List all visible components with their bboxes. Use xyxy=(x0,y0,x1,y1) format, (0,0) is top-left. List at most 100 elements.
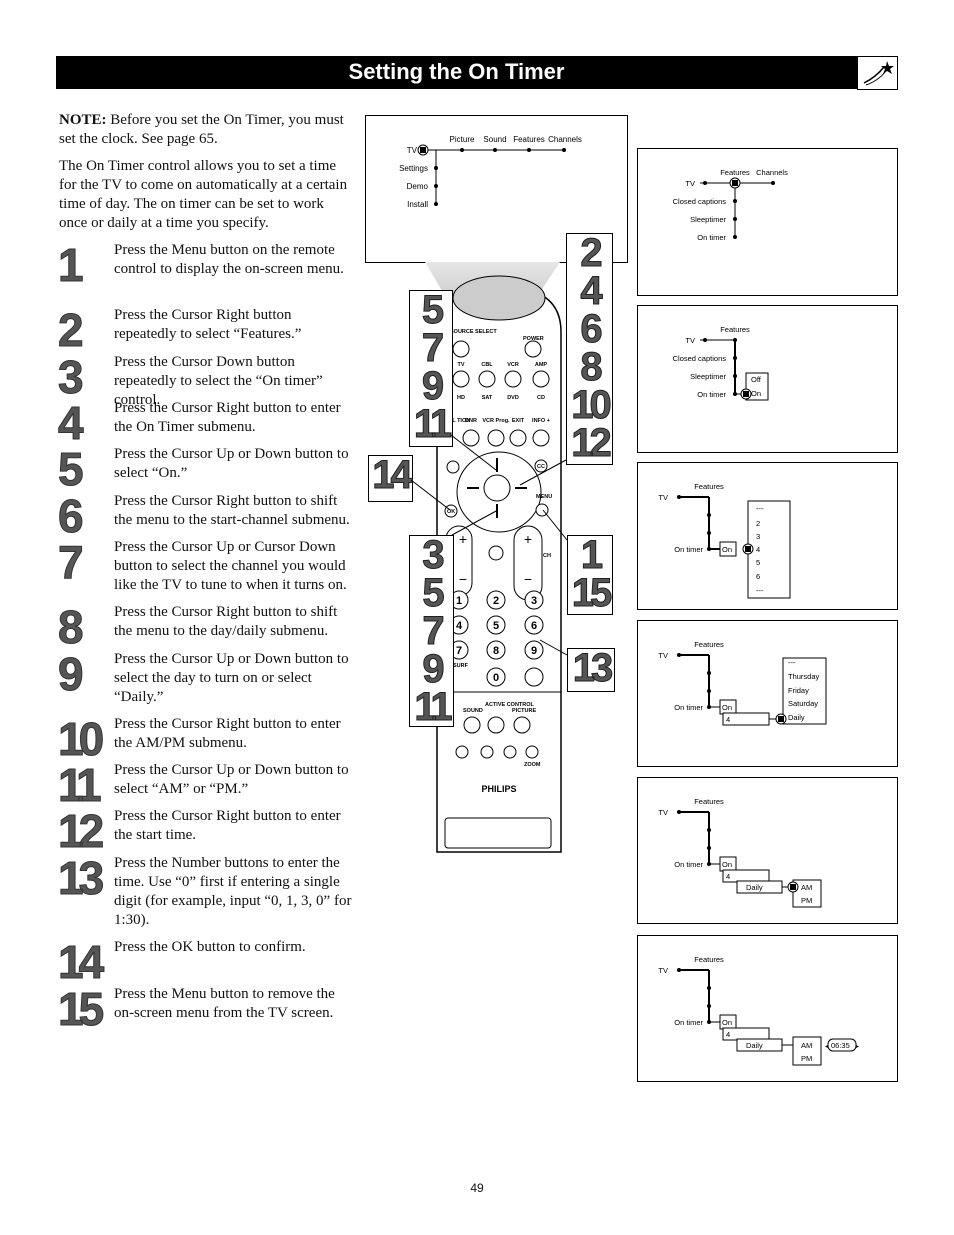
source-label: CD xyxy=(537,395,545,401)
sound-button[interactable] xyxy=(463,716,481,734)
step-number: 6 xyxy=(58,490,84,542)
note-label: NOTE: xyxy=(59,112,107,128)
aux-button-2[interactable] xyxy=(480,745,494,759)
source-button[interactable] xyxy=(452,370,470,388)
function-label: EXIT xyxy=(512,418,525,424)
callout-step-number: 7 xyxy=(421,326,444,370)
step-text: Press the Cursor Right button to shift t… xyxy=(114,604,338,639)
page-number: 49 xyxy=(470,1181,484,1195)
note-paragraph: NOTE: Before you set the On Timer, you m… xyxy=(59,111,354,149)
channel-option: 3 xyxy=(756,532,760,541)
menu-item-channels: Channels xyxy=(548,135,582,144)
channel-option: --- xyxy=(756,504,764,513)
menu-item-on-timer: On timer xyxy=(674,703,703,712)
source-label: SAT xyxy=(482,395,493,401)
picture-label: PICTURE xyxy=(512,708,536,714)
step-number: 11 xyxy=(58,759,103,811)
channel-option: 4 xyxy=(756,545,760,554)
step-number: 2 xyxy=(58,304,84,356)
on-timer-state: On xyxy=(722,545,732,554)
option-am: AM xyxy=(801,1041,812,1050)
sound-label: SOUND xyxy=(463,708,483,714)
menu-item-on-timer: On timer xyxy=(697,233,726,242)
step-text: Press the Cursor Right button repeatedly… xyxy=(114,307,302,342)
picture-button[interactable] xyxy=(513,716,531,734)
function-label: DNR xyxy=(465,418,477,424)
callout-left-top: 5 7 9 11 xyxy=(409,290,453,447)
manual-page: Setting the On Timer NOTE: Before you se… xyxy=(0,0,954,1235)
active-control-button[interactable] xyxy=(487,716,505,734)
menu-item-settings: Settings xyxy=(399,164,428,173)
day-option: Thursday xyxy=(788,672,820,681)
zoom-button[interactable] xyxy=(525,745,539,759)
source-select-button[interactable] xyxy=(452,340,470,358)
day-value: Daily xyxy=(746,1041,763,1050)
cursor-icon xyxy=(742,543,754,555)
menu-features-screen: TV Features Channels Closed captions Sle… xyxy=(637,148,898,296)
record-button[interactable] xyxy=(524,667,544,687)
menu-item-features: Features xyxy=(694,640,724,649)
source-label: AMP xyxy=(535,362,548,368)
menu-item-features: Features xyxy=(694,797,724,806)
brand-logo: PHILIPS xyxy=(481,784,516,794)
option-pm: PM xyxy=(801,1054,812,1063)
menu-item-on-timer: On timer xyxy=(674,545,703,554)
aux-button-1[interactable] xyxy=(455,745,469,759)
source-label: DVD xyxy=(507,395,519,401)
source-button[interactable] xyxy=(532,370,550,388)
page-title: Setting the On Timer xyxy=(348,59,565,84)
step-text: Press the Cursor Up or Down button to se… xyxy=(114,651,349,705)
step-number: 4 xyxy=(58,397,84,449)
channel-option: 2 xyxy=(756,519,760,528)
menu-root: TV xyxy=(658,966,668,975)
source-label: HD xyxy=(457,395,465,401)
cursor-icon xyxy=(775,713,787,725)
step-number: 14 xyxy=(57,936,104,988)
day-option: Daily xyxy=(788,713,805,722)
step-number: 5 xyxy=(58,443,84,495)
aux-button-3[interactable] xyxy=(503,745,517,759)
menu-item-on-timer: On timer xyxy=(697,390,726,399)
day-option: Saturday xyxy=(788,699,818,708)
step-text: Press the Cursor Right button to shift t… xyxy=(114,493,350,528)
option-am: AM xyxy=(801,883,812,892)
power-button[interactable] xyxy=(524,340,542,358)
step-text: Press the OK button to confirm. xyxy=(114,939,306,955)
channel-option: --- xyxy=(756,586,764,595)
menu-item-on-timer: On timer xyxy=(674,860,703,869)
menu-root: TV xyxy=(407,146,418,155)
menu-item-channels: Channels xyxy=(756,168,788,177)
on-timer-state: On xyxy=(722,860,732,869)
step-number: 3 xyxy=(58,351,84,403)
menu-root: TV xyxy=(685,179,695,188)
callout-leader-lines xyxy=(410,434,568,656)
day-option: --- xyxy=(788,658,796,667)
step-text: Press the Menu button on the remote cont… xyxy=(114,242,344,277)
source-button[interactable] xyxy=(478,370,496,388)
step-text: Press the Cursor Up or Down button to se… xyxy=(114,446,349,481)
cursor-icon xyxy=(729,177,741,189)
function-label: INFO + xyxy=(532,418,550,424)
step-text: Press the Cursor Right button to enter t… xyxy=(114,808,341,843)
cursor-left-icon: ◂ xyxy=(825,1044,828,1050)
source-label: TV xyxy=(457,362,464,368)
cursor-right-icon: ▸ xyxy=(856,1044,859,1050)
menu-on-timer-screen: TV Features Closed captions Sleeptimer O… xyxy=(637,305,898,453)
day-value: Daily xyxy=(746,883,763,892)
step-text: Press the Cursor Right button to enter t… xyxy=(114,400,341,435)
shooting-star-icon xyxy=(857,56,898,90)
menu-item-on-timer: On timer xyxy=(674,1018,703,1027)
step-number: 15 xyxy=(57,983,104,1035)
callout-step-number: 8 xyxy=(580,345,603,389)
step-text: Press the Number buttons to enter the ti… xyxy=(114,855,352,928)
menu-start-time-screen: TV Features On timer On 4 Daily AM PM 06… xyxy=(637,935,898,1082)
option-off: Off xyxy=(751,375,762,384)
header-bar: Setting the On Timer xyxy=(56,56,857,89)
on-timer-state: On xyxy=(722,703,732,712)
menu-day-screen: TV Features On timer On 4 --- Thursday Fri… xyxy=(637,620,898,767)
function-label: VCR Prog. xyxy=(482,418,510,424)
source-button[interactable] xyxy=(504,370,522,388)
on-timer-state: On xyxy=(722,1018,732,1027)
option-on: On xyxy=(751,389,761,398)
channel-option: 5 xyxy=(756,558,760,567)
